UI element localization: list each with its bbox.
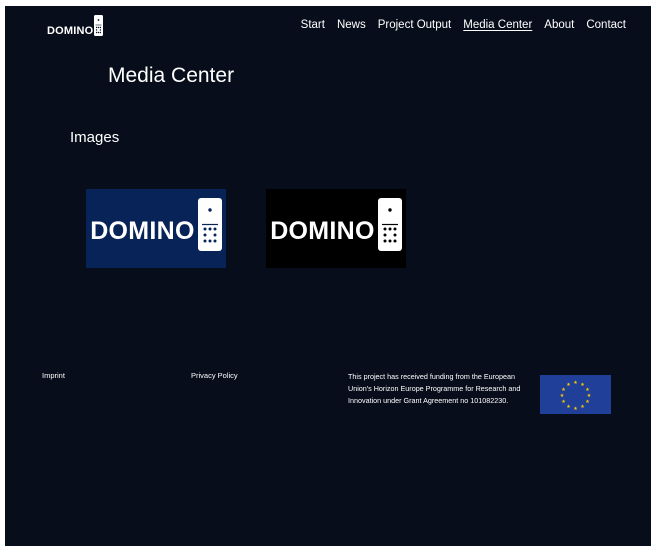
logo-text: DOMINO — [47, 25, 94, 37]
page: DOMINO Start News Project Output Media C… — [5, 6, 651, 546]
footer-imprint-link[interactable]: Imprint — [42, 372, 65, 380]
svg-text:★: ★ — [561, 399, 566, 405]
site-logo[interactable]: DOMINO — [47, 15, 104, 37]
footer-privacy-link[interactable]: Privacy Policy — [191, 372, 238, 380]
images-section-heading: Images — [70, 129, 120, 146]
svg-text:★: ★ — [566, 382, 571, 388]
image-logo-text: DOMINO — [90, 217, 195, 245]
funding-notice: This project has received funding from t… — [348, 372, 521, 405]
gallery-image-logo-black[interactable]: DOMINO — [266, 189, 406, 268]
gallery-image-logo-blue[interactable]: DOMINO — [86, 189, 226, 268]
svg-text:★: ★ — [585, 399, 590, 405]
svg-text:★: ★ — [566, 404, 571, 410]
main-nav: Start News Project Output Media Center A… — [301, 19, 626, 32]
nav-item-start[interactable]: Start — [301, 19, 325, 32]
page-title: Media Center — [108, 64, 235, 87]
nav-item-media-center[interactable]: Media Center — [463, 19, 532, 32]
image-logo-text: DOMINO — [270, 217, 375, 245]
domino-tile-icon — [377, 198, 402, 251]
svg-text:★: ★ — [573, 380, 578, 386]
svg-text:★: ★ — [560, 393, 565, 399]
domino-logo-icon — [94, 15, 104, 36]
svg-text:★: ★ — [580, 404, 585, 410]
eu-flag-icon: ★ ★ ★ ★ ★ ★ ★ ★ ★ ★ ★ ★ — [540, 375, 611, 414]
nav-item-contact[interactable]: Contact — [586, 19, 626, 32]
nav-item-project-output[interactable]: Project Output — [378, 19, 452, 32]
domino-tile-icon — [197, 198, 222, 251]
nav-item-about[interactable]: About — [544, 19, 574, 32]
nav-item-news[interactable]: News — [337, 19, 366, 32]
svg-text:★: ★ — [573, 406, 578, 412]
